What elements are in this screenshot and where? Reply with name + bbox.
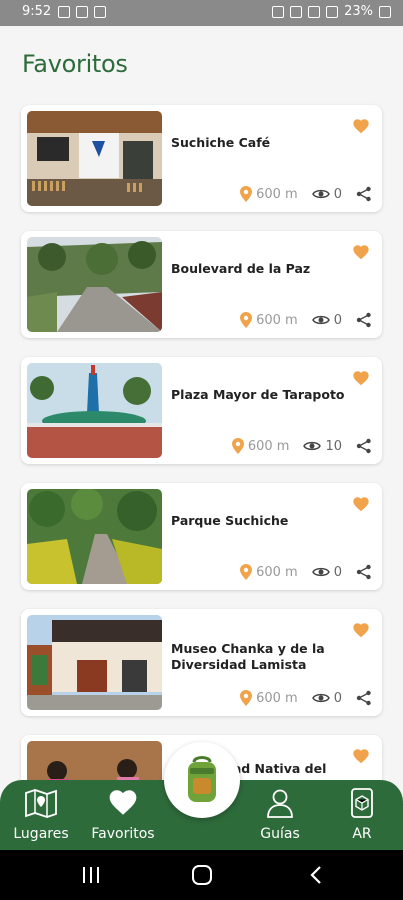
backpack-icon	[188, 756, 216, 802]
views-eye-icon	[311, 315, 330, 325]
mute-icon	[290, 5, 303, 18]
place-name: Boulevard de la Paz	[171, 261, 311, 276]
status-time: 9:52	[22, 4, 52, 19]
share-icon[interactable]	[356, 438, 372, 454]
favorite-heart-icon[interactable]	[352, 118, 370, 134]
place-card[interactable]: Boulevard de la Paz 600 m 0	[21, 231, 382, 338]
recent-apps-icon[interactable]	[81, 866, 101, 884]
place-name: Parque Suchiche	[171, 513, 289, 528]
share-icon[interactable]	[356, 690, 372, 706]
system-navigation-bar	[0, 850, 403, 900]
place-name: Museo Chanka y de la Diversidad Lamista	[171, 641, 325, 672]
distance-label: 600 m	[256, 312, 298, 328]
home-icon[interactable]	[191, 864, 213, 886]
location-pin-icon	[240, 186, 253, 202]
nav-guias-label: Guías	[260, 826, 300, 842]
place-photo	[27, 489, 162, 584]
place-card[interactable]: Plaza Mayor de Tarapoto 600 m 10	[21, 357, 382, 464]
battery-level: 23%	[344, 4, 373, 19]
location-pin-icon	[240, 564, 253, 580]
location-pin-icon	[240, 690, 253, 706]
location-pin-icon	[231, 438, 244, 454]
nav-ar-label: AR	[352, 826, 372, 842]
share-icon[interactable]	[356, 564, 372, 580]
ar-phone-icon	[351, 788, 373, 818]
distance-label: 600 m	[256, 186, 298, 202]
distance-label: 600 m	[256, 690, 298, 706]
place-name: Plaza Mayor de Tarapoto	[171, 387, 345, 402]
nav-lugares[interactable]: Lugares	[12, 788, 70, 842]
status-bar: 9:52 23%	[0, 0, 403, 26]
views-eye-icon	[311, 189, 330, 199]
map-icon	[25, 789, 57, 818]
favorite-heart-icon[interactable]	[352, 622, 370, 638]
wifi-icon	[308, 5, 321, 18]
place-photo	[27, 237, 162, 332]
place-card[interactable]: Parque Suchiche 600 m 0	[21, 483, 382, 590]
nav-favoritos-label: Favoritos	[91, 826, 155, 842]
favorite-heart-icon[interactable]	[352, 244, 370, 260]
place-photo	[27, 363, 162, 458]
place-card[interactable]: Museo Chanka y de la Diversidad Lamista …	[21, 609, 382, 716]
location-pin-icon	[240, 312, 253, 328]
place-name: Suchiche Café	[171, 135, 271, 150]
gallery-icon	[58, 6, 70, 18]
signal-icon	[326, 5, 339, 18]
place-photo	[27, 111, 162, 206]
alarm-icon	[272, 5, 285, 18]
views-count: 0	[333, 564, 342, 580]
page-title: Favoritos	[22, 50, 128, 78]
notification-icon	[76, 6, 88, 18]
views-count: 10	[325, 438, 342, 454]
views-eye-icon	[311, 567, 330, 577]
views-count: 0	[333, 690, 342, 706]
views-eye-icon	[311, 693, 330, 703]
views-count: 0	[333, 312, 342, 328]
favorite-heart-icon[interactable]	[352, 370, 370, 386]
backpack-button[interactable]	[164, 742, 240, 818]
place-card[interactable]: Suchiche Café 600 m 0	[21, 105, 382, 212]
distance-label: 600 m	[256, 564, 298, 580]
battery-icon	[379, 5, 391, 18]
back-icon[interactable]	[309, 865, 323, 885]
views-count: 0	[333, 186, 342, 202]
nav-lugares-label: Lugares	[13, 826, 69, 842]
nav-favoritos[interactable]: Favoritos	[88, 788, 158, 842]
voicemail-icon	[94, 6, 106, 18]
favorite-heart-icon[interactable]	[352, 496, 370, 512]
person-icon	[267, 789, 293, 818]
views-eye-icon	[303, 441, 322, 451]
share-icon[interactable]	[356, 312, 372, 328]
nav-guias[interactable]: Guías	[254, 788, 306, 842]
distance-label: 600 m	[247, 438, 290, 454]
heart-icon	[109, 790, 137, 815]
place-photo	[27, 615, 162, 710]
favorite-heart-icon[interactable]	[352, 748, 370, 764]
nav-ar[interactable]: AR	[344, 788, 380, 842]
share-icon[interactable]	[356, 186, 372, 202]
